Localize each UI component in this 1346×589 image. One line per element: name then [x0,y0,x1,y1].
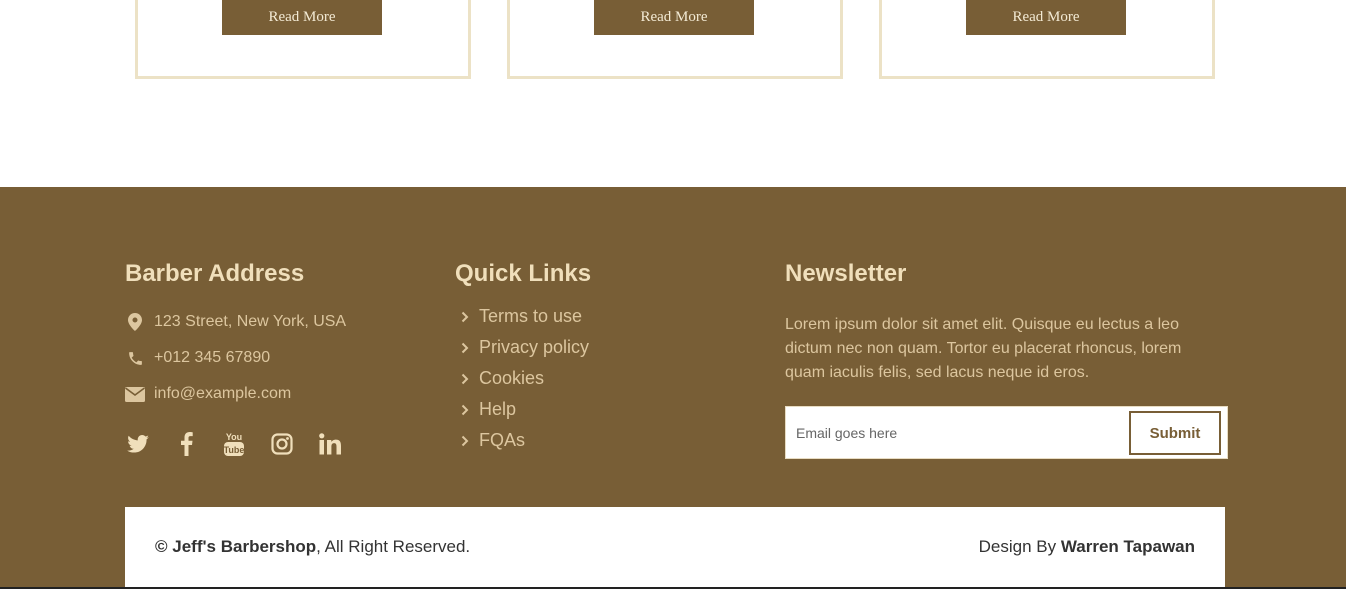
quick-links-list: Terms to use Privacy policy Cookies Help… [459,301,589,456]
design-credit: Design By Warren Tapawan [979,537,1195,557]
map-marker-icon [125,312,145,332]
designer-link[interactable]: Warren Tapawan [1061,537,1195,556]
quick-link-label: Cookies [479,368,545,388]
street-text: 123 Street, New York, USA [154,313,347,330]
svg-text:Tube: Tube [224,445,245,455]
email-text: info@example.com [154,385,292,402]
card: Read More [879,0,1215,79]
svg-text:You: You [226,432,242,442]
chevron-right-icon [459,434,471,448]
quick-link-help[interactable]: Help [459,394,589,425]
youtube-icon[interactable]: You Tube [221,430,247,458]
read-more-button[interactable]: Read More [594,0,754,35]
linkedin-icon[interactable] [317,430,343,458]
blog-cards-section: Read More Read More Read More [0,0,1346,187]
rights-text: , All Right Reserved. [316,537,471,556]
address-title: Barber Address [125,260,305,287]
chevron-right-icon [459,341,471,355]
design-prefix: Design By [978,537,1061,556]
footer: Barber Address 123 Street, New York, USA… [0,187,1346,589]
email-input[interactable] [794,417,1118,449]
copyright-bar: © Jeff's Barbershop, All Right Reserved.… [125,507,1225,587]
quick-link-terms[interactable]: Terms to use [459,301,589,332]
copyright-symbol: © [155,537,168,556]
instagram-icon[interactable] [269,430,295,458]
company-link[interactable]: Jeff's Barbershop [172,537,316,556]
address-email: info@example.com [125,382,291,406]
newsletter-form: Submit [785,406,1228,459]
quick-link-label: Terms to use [479,306,583,326]
chevron-right-icon [459,403,471,417]
envelope-icon [125,384,145,404]
quick-link-label: Help [479,399,517,419]
quick-link-privacy[interactable]: Privacy policy [459,332,589,363]
newsletter-title: Newsletter [785,260,907,287]
read-more-button[interactable]: Read More [966,0,1126,35]
quick-link-label: FQAs [479,430,526,450]
card: Read More [507,0,843,79]
facebook-icon[interactable] [173,430,199,458]
newsletter-description: Lorem ipsum dolor sit amet elit. Quisque… [785,316,1182,381]
social-links: You Tube [125,430,343,458]
twitter-icon[interactable] [125,430,151,458]
submit-button[interactable]: Submit [1129,411,1221,455]
phone-text: +012 345 67890 [154,349,271,366]
phone-icon [125,348,145,368]
address-phone: +012 345 67890 [125,346,270,370]
quick-link-cookies[interactable]: Cookies [459,363,589,394]
read-more-button[interactable]: Read More [222,0,382,35]
quick-link-label: Privacy policy [479,337,590,357]
address-street: 123 Street, New York, USA [125,310,346,334]
quick-links-title: Quick Links [455,260,592,287]
card: Read More [135,0,471,79]
quick-link-faqs[interactable]: FQAs [459,425,589,456]
copyright-text: © Jeff's Barbershop, All Right Reserved. [155,537,470,557]
chevron-right-icon [459,372,471,386]
chevron-right-icon [459,310,471,324]
